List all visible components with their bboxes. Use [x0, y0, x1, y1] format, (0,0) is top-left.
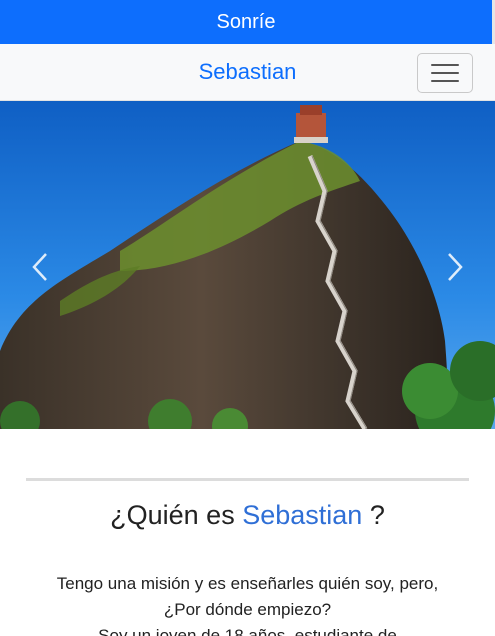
carousel-next-button[interactable]	[435, 247, 475, 287]
section-divider	[26, 478, 469, 481]
top-bar: Sonríe	[0, 0, 495, 44]
heading-name: Sebastian	[242, 500, 363, 530]
carousel-prev-button[interactable]	[20, 247, 60, 287]
intro-line: Tengo una misión y es enseñarles quién s…	[56, 574, 439, 593]
chevron-right-icon	[448, 253, 463, 281]
navbar: Sebastian	[0, 44, 495, 101]
navbar-brand[interactable]: Sebastian	[199, 59, 297, 85]
intro-line: Soy un joven de 18 años, estudiante de	[98, 626, 397, 636]
top-bar-title: Sonríe	[216, 10, 276, 33]
about-intro: Tengo una misión y es enseñarles quién s…	[26, 571, 469, 636]
navbar-toggler-button[interactable]	[417, 53, 473, 93]
intro-line: ¿Por dónde empiezo?	[163, 600, 332, 619]
heading-suffix: ?	[369, 500, 385, 530]
image-carousel	[0, 101, 495, 429]
chevron-left-icon	[32, 253, 47, 281]
hamburger-icon-bar	[431, 64, 459, 66]
about-section: ¿Quién es Sebastian ? Tengo una misión y…	[0, 478, 495, 636]
heading-prefix: ¿Quién es	[110, 500, 235, 530]
hamburger-icon-bar	[431, 80, 459, 82]
about-heading: ¿Quién es Sebastian ?	[26, 500, 469, 531]
hamburger-icon-bar	[431, 72, 459, 74]
carousel-slide-image	[0, 101, 495, 429]
